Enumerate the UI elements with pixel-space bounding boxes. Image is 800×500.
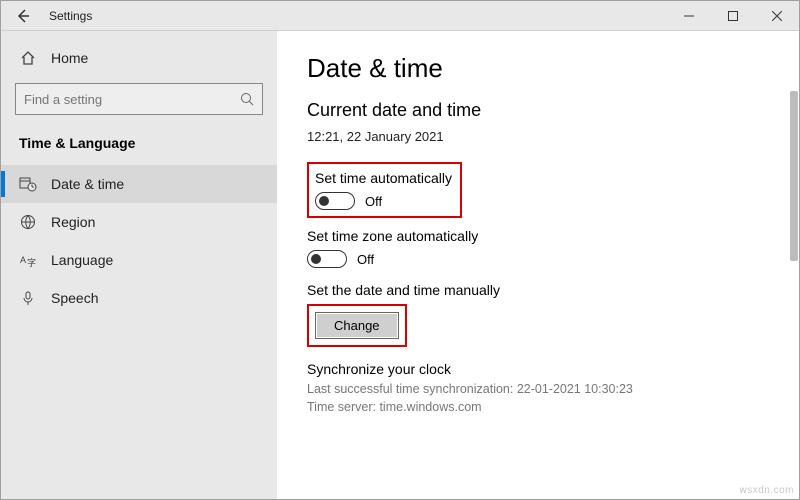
set-time-auto-toggle-row: Off <box>315 192 452 210</box>
microphone-icon <box>19 289 37 307</box>
content-scrollbar[interactable] <box>789 31 799 499</box>
settings-window: Settings Home Time & Language Date & tim… <box>0 0 800 500</box>
titlebar: Settings <box>1 1 799 31</box>
page-title: Date & time <box>307 53 769 84</box>
set-tz-auto-state: Off <box>357 252 374 267</box>
sidebar-item-label: Region <box>51 214 95 230</box>
sidebar-item-label: Date & time <box>51 176 124 192</box>
set-tz-auto-label: Set time zone automatically <box>307 228 769 244</box>
svg-text:A: A <box>20 255 26 265</box>
sidebar-home[interactable]: Home <box>1 41 277 75</box>
minimize-button[interactable] <box>667 1 711 31</box>
search-icon <box>240 92 254 106</box>
set-tz-auto-toggle-row: Off <box>307 250 769 268</box>
current-datetime-value: 12:21, 22 January 2021 <box>307 129 769 144</box>
search-wrap <box>1 75 277 129</box>
back-button[interactable] <box>1 8 45 24</box>
sidebar-item-date-time[interactable]: Date & time <box>1 165 277 203</box>
set-time-auto-toggle[interactable] <box>315 192 355 210</box>
maximize-icon <box>728 11 738 21</box>
sync-clock-label: Synchronize your clock <box>307 361 769 377</box>
close-button[interactable] <box>755 1 799 31</box>
section-current-datetime: Current date and time <box>307 100 769 121</box>
set-time-auto-label: Set time automatically <box>315 170 452 186</box>
sync-last: Last successful time synchronization: 22… <box>307 381 769 399</box>
watermark: wsxdn.com <box>739 485 794 496</box>
set-tz-auto-toggle[interactable] <box>307 250 347 268</box>
sidebar-home-label: Home <box>51 50 88 66</box>
sync-server: Time server: time.windows.com <box>307 399 769 417</box>
window-controls <box>667 1 799 31</box>
window-title: Settings <box>45 9 667 23</box>
sidebar-item-label: Speech <box>51 290 98 306</box>
window-body: Home Time & Language Date & time Region … <box>1 31 799 499</box>
change-button[interactable]: Change <box>315 312 399 339</box>
scrollbar-thumb[interactable] <box>790 91 798 261</box>
set-manual-label: Set the date and time manually <box>307 282 769 298</box>
home-icon <box>19 49 37 67</box>
sidebar-item-speech[interactable]: Speech <box>1 279 277 317</box>
toggle-knob <box>319 196 329 206</box>
close-icon <box>772 11 782 21</box>
sidebar-item-language[interactable]: A字 Language <box>1 241 277 279</box>
search-input[interactable] <box>24 92 240 107</box>
minimize-icon <box>684 11 694 21</box>
maximize-button[interactable] <box>711 1 755 31</box>
sidebar-item-region[interactable]: Region <box>1 203 277 241</box>
sidebar-item-label: Language <box>51 252 113 268</box>
svg-text:字: 字 <box>27 257 36 268</box>
language-icon: A字 <box>19 251 37 269</box>
sidebar: Home Time & Language Date & time Region … <box>1 31 277 499</box>
highlight-set-time-auto: Set time automatically Off <box>307 162 462 218</box>
arrow-left-icon <box>15 8 31 24</box>
globe-icon <box>19 213 37 231</box>
search-box[interactable] <box>15 83 263 115</box>
sidebar-category: Time & Language <box>1 129 277 165</box>
highlight-change-button: Change <box>307 304 407 347</box>
toggle-knob <box>311 254 321 264</box>
content-pane: Date & time Current date and time 12:21,… <box>277 31 799 499</box>
calendar-clock-icon <box>19 175 37 193</box>
set-time-auto-state: Off <box>365 194 382 209</box>
